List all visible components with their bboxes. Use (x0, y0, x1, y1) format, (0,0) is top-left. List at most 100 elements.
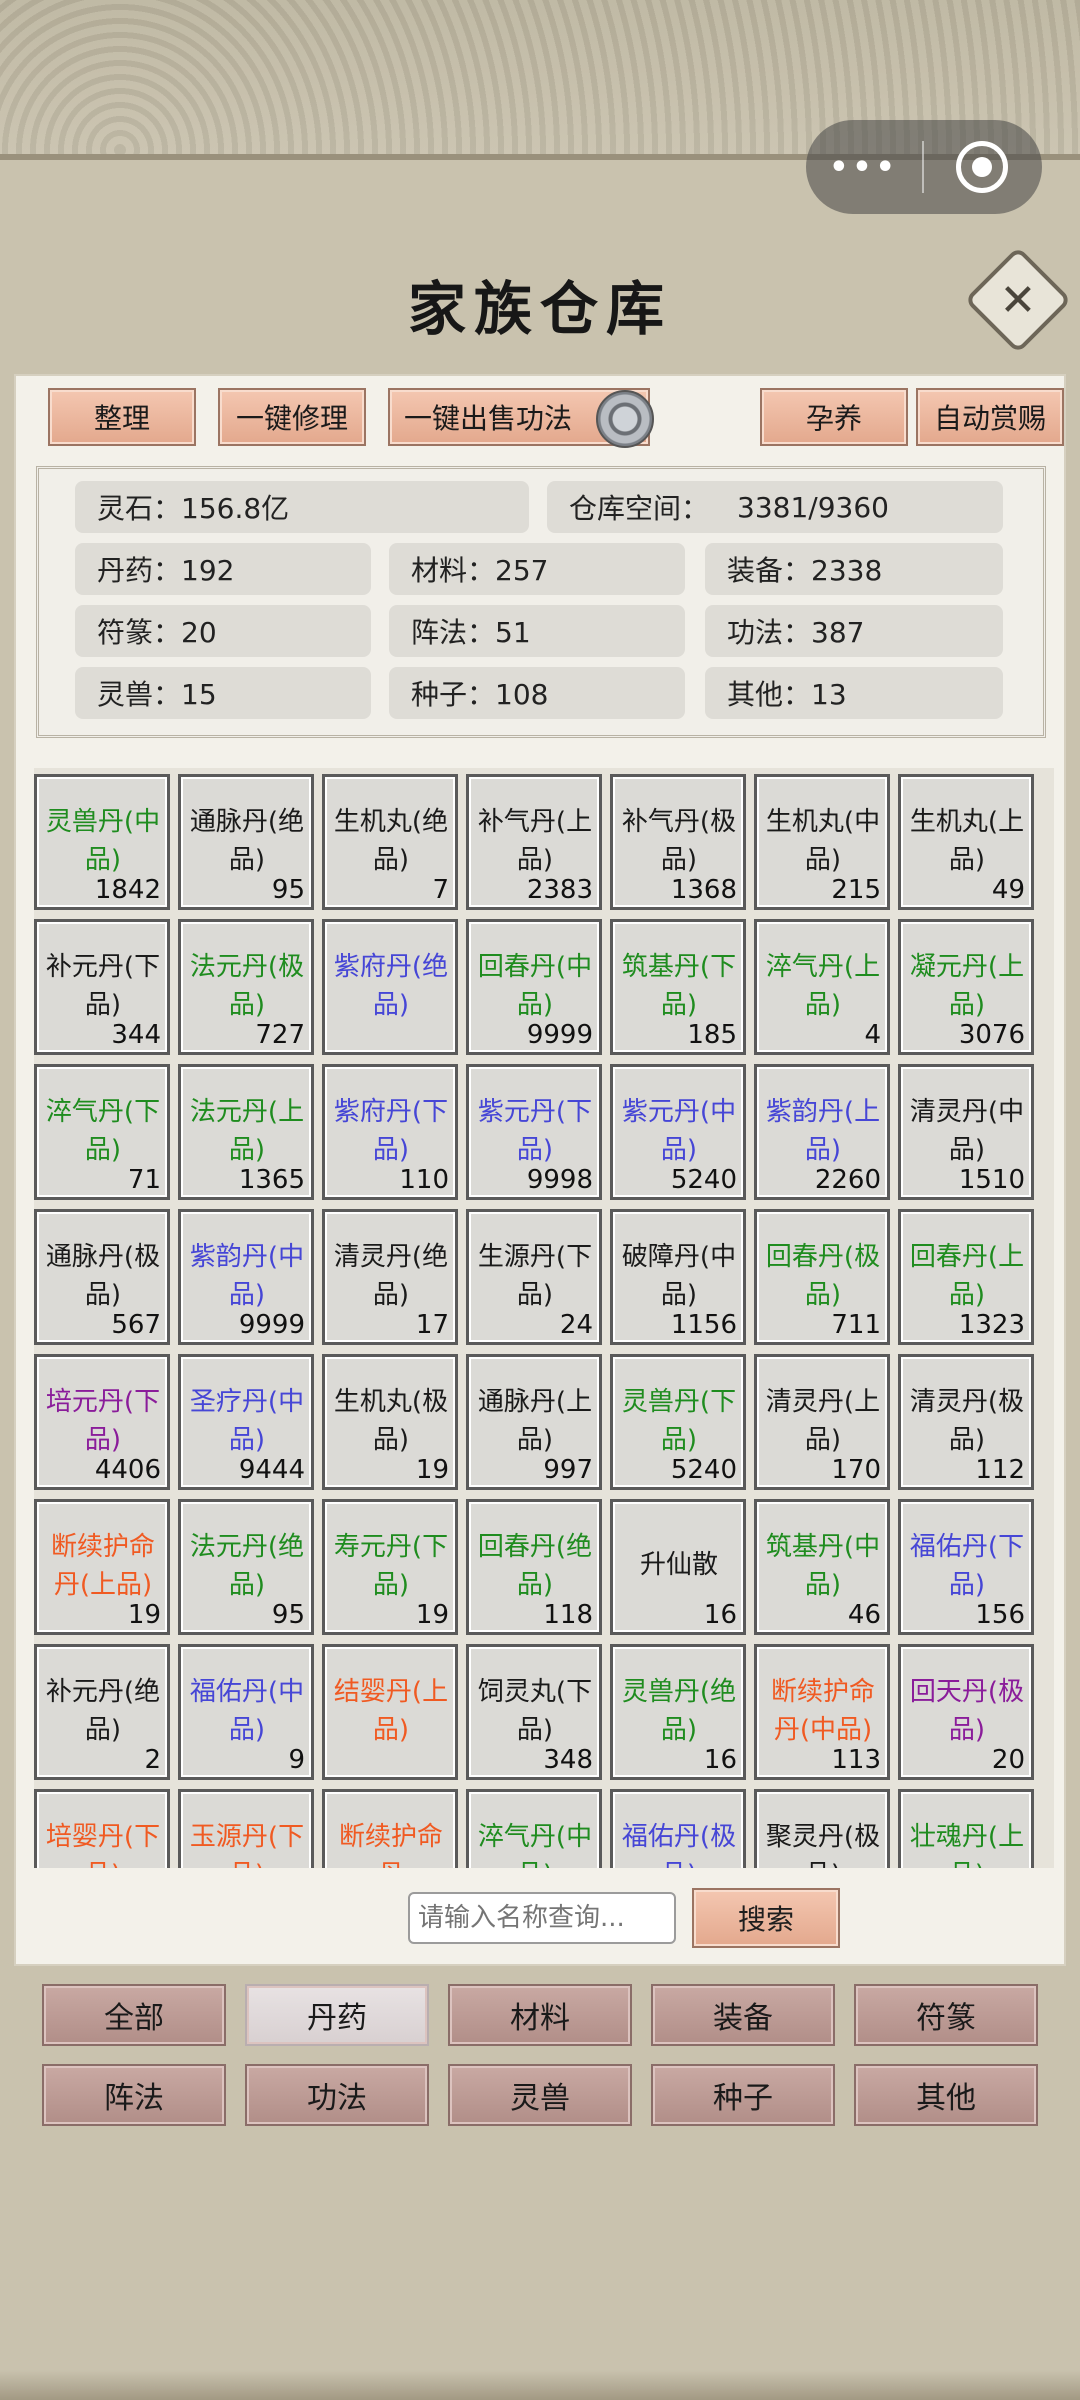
item-slot[interactable]: 回天丹(极品) 20 (898, 1644, 1034, 1780)
item-name: 培元丹(下品) (45, 1387, 161, 1455)
item-slot[interactable]: 淬气丹(中品) (466, 1789, 602, 1868)
item-slot[interactable]: 灵兽丹(绝品) 16 (610, 1644, 746, 1780)
item-slot[interactable]: 回春丹(中品) 9999 (466, 919, 602, 1055)
item-slot[interactable]: 补气丹(极品) 1368 (610, 774, 746, 910)
item-count: 9999 (238, 1310, 305, 1340)
item-slot[interactable]: 通脉丹(上品) 997 (466, 1354, 602, 1490)
item-slot[interactable]: 升仙散 16 (610, 1499, 746, 1635)
item-slot[interactable]: 紫府丹(下品) 110 (322, 1064, 458, 1200)
item-slot[interactable]: 通脉丹(绝品) 95 (178, 774, 314, 910)
item-slot[interactable]: 灵兽丹(中品) 1842 (34, 774, 170, 910)
item-slot[interactable]: 生机丸(极品) 19 (322, 1354, 458, 1490)
item-slot[interactable]: 断续护命丹 (322, 1789, 458, 1868)
item-name: 生机丸(上品) (909, 807, 1025, 875)
item-name: 清灵丹(上品) (765, 1387, 881, 1455)
tab-7[interactable]: 灵兽 (448, 2064, 632, 2126)
item-slot[interactable]: 玉源丹(下品) (178, 1789, 314, 1868)
item-count: 2260 (814, 1165, 881, 1195)
item-slot[interactable]: 清灵丹(极品) 112 (898, 1354, 1034, 1490)
gear-icon[interactable] (596, 390, 654, 448)
tab-3[interactable]: 装备 (651, 1984, 835, 2046)
tab-0[interactable]: 全部 (42, 1984, 226, 2046)
tab-1[interactable]: 丹药 (245, 1984, 429, 2046)
search-button[interactable]: 搜索 (692, 1888, 840, 1948)
item-slot[interactable]: 饲灵丸(下品) 348 (466, 1644, 602, 1780)
item-slot[interactable]: 壮魂丹(上品) (898, 1789, 1034, 1868)
item-name: 回春丹(极品) (765, 1242, 881, 1310)
item-slot[interactable]: 法元丹(上品) 1365 (178, 1064, 314, 1200)
item-count: 170 (831, 1455, 881, 1485)
item-name: 筑基丹(中品) (765, 1532, 881, 1600)
item-count: 7 (432, 875, 449, 905)
item-slot[interactable]: 生机丸(中品) 215 (754, 774, 890, 910)
item-slot[interactable]: 福佑丹(下品) 156 (898, 1499, 1034, 1635)
item-slot[interactable]: 紫韵丹(上品) 2260 (754, 1064, 890, 1200)
item-slot[interactable]: 补元丹(下品) 344 (34, 919, 170, 1055)
item-count: 2383 (526, 875, 593, 905)
item-slot[interactable]: 回春丹(极品) 711 (754, 1209, 890, 1345)
more-dots-icon[interactable]: ••• (806, 150, 922, 185)
item-slot[interactable]: 福佑丹(极品) (610, 1789, 746, 1868)
item-count: 19 (127, 1600, 161, 1630)
item-slot[interactable]: 灵兽丹(下品) 5240 (610, 1354, 746, 1490)
item-slot[interactable]: 断续护命丹(中品) 113 (754, 1644, 890, 1780)
auto-reward-button[interactable]: 自动赏赐 (916, 388, 1064, 446)
item-slot[interactable]: 结婴丹(上品) (322, 1644, 458, 1780)
item-slot[interactable]: 回春丹(绝品) 118 (466, 1499, 602, 1635)
item-slot[interactable]: 法元丹(绝品) 95 (178, 1499, 314, 1635)
tab-4[interactable]: 符篆 (854, 1984, 1038, 2046)
item-slot[interactable]: 生机丸(绝品) 7 (322, 774, 458, 910)
item-slot[interactable]: 筑基丹(中品) 46 (754, 1499, 890, 1635)
item-slot[interactable]: 紫元丹(中品) 5240 (610, 1064, 746, 1200)
item-count: 24 (559, 1310, 593, 1340)
warehouse-panel: 整理 一键修理 一键出售功法 孕养 自动赏赐 灵石：156.8亿 仓库空间： 3… (14, 374, 1066, 1966)
item-slot[interactable]: 生机丸(上品) 49 (898, 774, 1034, 910)
tab-9[interactable]: 其他 (854, 2064, 1038, 2126)
nurture-button[interactable]: 孕养 (760, 388, 908, 446)
item-slot[interactable]: 培婴丹(下品) (34, 1789, 170, 1868)
item-slot[interactable]: 福佑丹(中品) 9 (178, 1644, 314, 1780)
mini-program-close-icon[interactable] (924, 141, 1040, 193)
item-slot[interactable]: 补元丹(绝品) 2 (34, 1644, 170, 1780)
item-slot[interactable]: 紫韵丹(中品) 9999 (178, 1209, 314, 1345)
search-input[interactable] (408, 1892, 676, 1944)
item-name: 紫府丹(绝品) (333, 952, 449, 1020)
item-slot[interactable]: 清灵丹(绝品) 17 (322, 1209, 458, 1345)
item-slot[interactable]: 断续护命丹(上品) 19 (34, 1499, 170, 1635)
storage-space-label: 仓库空间： (569, 492, 710, 525)
item-slot[interactable]: 聚灵丹(极品) (754, 1789, 890, 1868)
item-slot[interactable]: 紫府丹(绝品) (322, 919, 458, 1055)
item-slot[interactable]: 清灵丹(上品) 170 (754, 1354, 890, 1490)
item-count: 185 (687, 1020, 737, 1050)
item-slot[interactable]: 圣疗丹(中品) 9444 (178, 1354, 314, 1490)
item-slot[interactable]: 淬气丹(上品) 4 (754, 919, 890, 1055)
item-slot[interactable]: 法元丹(极品) 727 (178, 919, 314, 1055)
item-slot[interactable]: 补气丹(上品) 2383 (466, 774, 602, 910)
repair-all-button[interactable]: 一键修理 (218, 388, 366, 446)
item-slot[interactable]: 寿元丹(下品) 19 (322, 1499, 458, 1635)
tab-6[interactable]: 功法 (245, 2064, 429, 2126)
item-name: 断续护命丹 (338, 1822, 443, 1868)
item-slot[interactable]: 生源丹(下品) 24 (466, 1209, 602, 1345)
tab-2[interactable]: 材料 (448, 1984, 632, 2046)
tab-5[interactable]: 阵法 (42, 2064, 226, 2126)
item-slot[interactable]: 凝元丹(上品) 3076 (898, 919, 1034, 1055)
item-name: 福佑丹(极品) (621, 1822, 737, 1868)
item-slot[interactable]: 破障丹(中品) 1156 (610, 1209, 746, 1345)
item-name: 紫元丹(下品) (477, 1097, 593, 1165)
item-name: 壮魂丹(上品) (909, 1822, 1025, 1868)
item-slot[interactable]: 培元丹(下品) 4406 (34, 1354, 170, 1490)
item-count: 156 (975, 1600, 1025, 1630)
item-slot[interactable]: 回春丹(上品) 1323 (898, 1209, 1034, 1345)
item-name: 通脉丹(绝品) (189, 807, 305, 875)
item-slot[interactable]: 淬气丹(下品) 71 (34, 1064, 170, 1200)
item-slot[interactable]: 筑基丹(下品) 185 (610, 919, 746, 1055)
tab-8[interactable]: 种子 (651, 2064, 835, 2126)
item-slot[interactable]: 紫元丹(下品) 9998 (466, 1064, 602, 1200)
item-slot[interactable]: 通脉丹(极品) 567 (34, 1209, 170, 1345)
item-name: 回春丹(上品) (909, 1242, 1025, 1310)
item-name: 法元丹(绝品) (189, 1532, 305, 1600)
item-name: 灵兽丹(下品) (621, 1387, 737, 1455)
item-slot[interactable]: 清灵丹(中品) 1510 (898, 1064, 1034, 1200)
arrange-button[interactable]: 整理 (48, 388, 196, 446)
